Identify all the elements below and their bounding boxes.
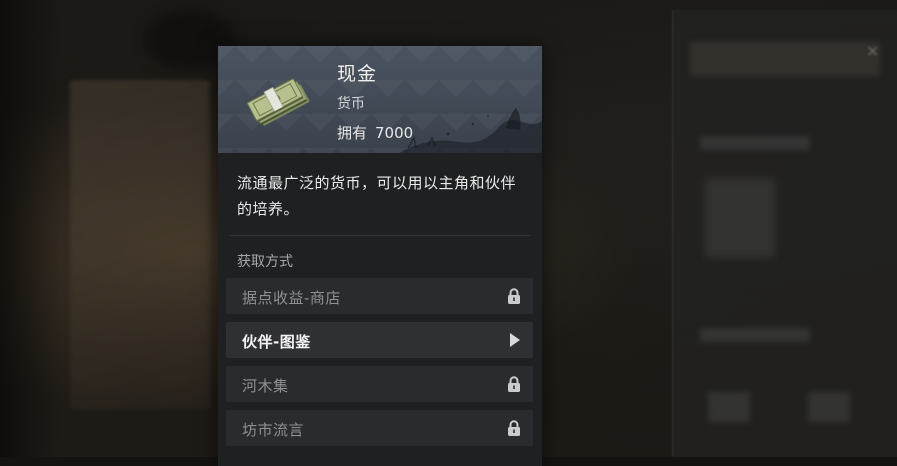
lock-icon	[508, 420, 520, 436]
source-label: 据点收益-商店	[242, 289, 341, 307]
background-slot	[808, 392, 850, 422]
background-scroll	[70, 80, 210, 410]
item-name: 现金	[337, 63, 378, 85]
acquire-section-title: 获取方式	[237, 254, 293, 270]
arrow-right-icon	[510, 333, 520, 347]
background-close-icon: ✕	[866, 42, 880, 61]
background-shadow	[0, 0, 60, 457]
owned-value: 7000	[375, 124, 414, 142]
cash-stack-icon	[247, 78, 310, 126]
source-row-shop[interactable]: 据点收益-商店	[226, 278, 533, 314]
background-slot	[708, 392, 750, 422]
source-row-partner-codex[interactable]: 伙伴-图鉴	[226, 322, 533, 358]
source-row-hemuji[interactable]: 河木集	[226, 366, 533, 402]
item-header: 现金 货币 拥有 7000	[218, 46, 542, 153]
background-item-thumbnail	[705, 178, 775, 258]
background-panel-label	[700, 328, 810, 342]
item-description: 流通最广泛的货币，可以用以主角和伙伴的培养。	[237, 174, 517, 218]
item-tooltip-card: 现金 货币 拥有 7000 流通最广泛的货币，可以用以主角和伙伴的培养。 获取方式…	[218, 46, 542, 466]
background-panel-header	[690, 42, 880, 76]
source-label: 伙伴-图鉴	[242, 333, 311, 351]
lock-icon	[508, 376, 520, 392]
source-row-market-rumors[interactable]: 坊市流言	[226, 410, 533, 446]
item-owned-count: 拥有 7000	[337, 122, 413, 143]
item-type: 货币	[337, 96, 365, 112]
source-label: 坊市流言	[242, 421, 305, 439]
owned-label: 拥有	[337, 124, 368, 142]
divider	[230, 235, 530, 236]
background-panel-label	[700, 136, 810, 150]
source-label: 河木集	[242, 377, 289, 395]
lock-icon	[508, 288, 520, 304]
